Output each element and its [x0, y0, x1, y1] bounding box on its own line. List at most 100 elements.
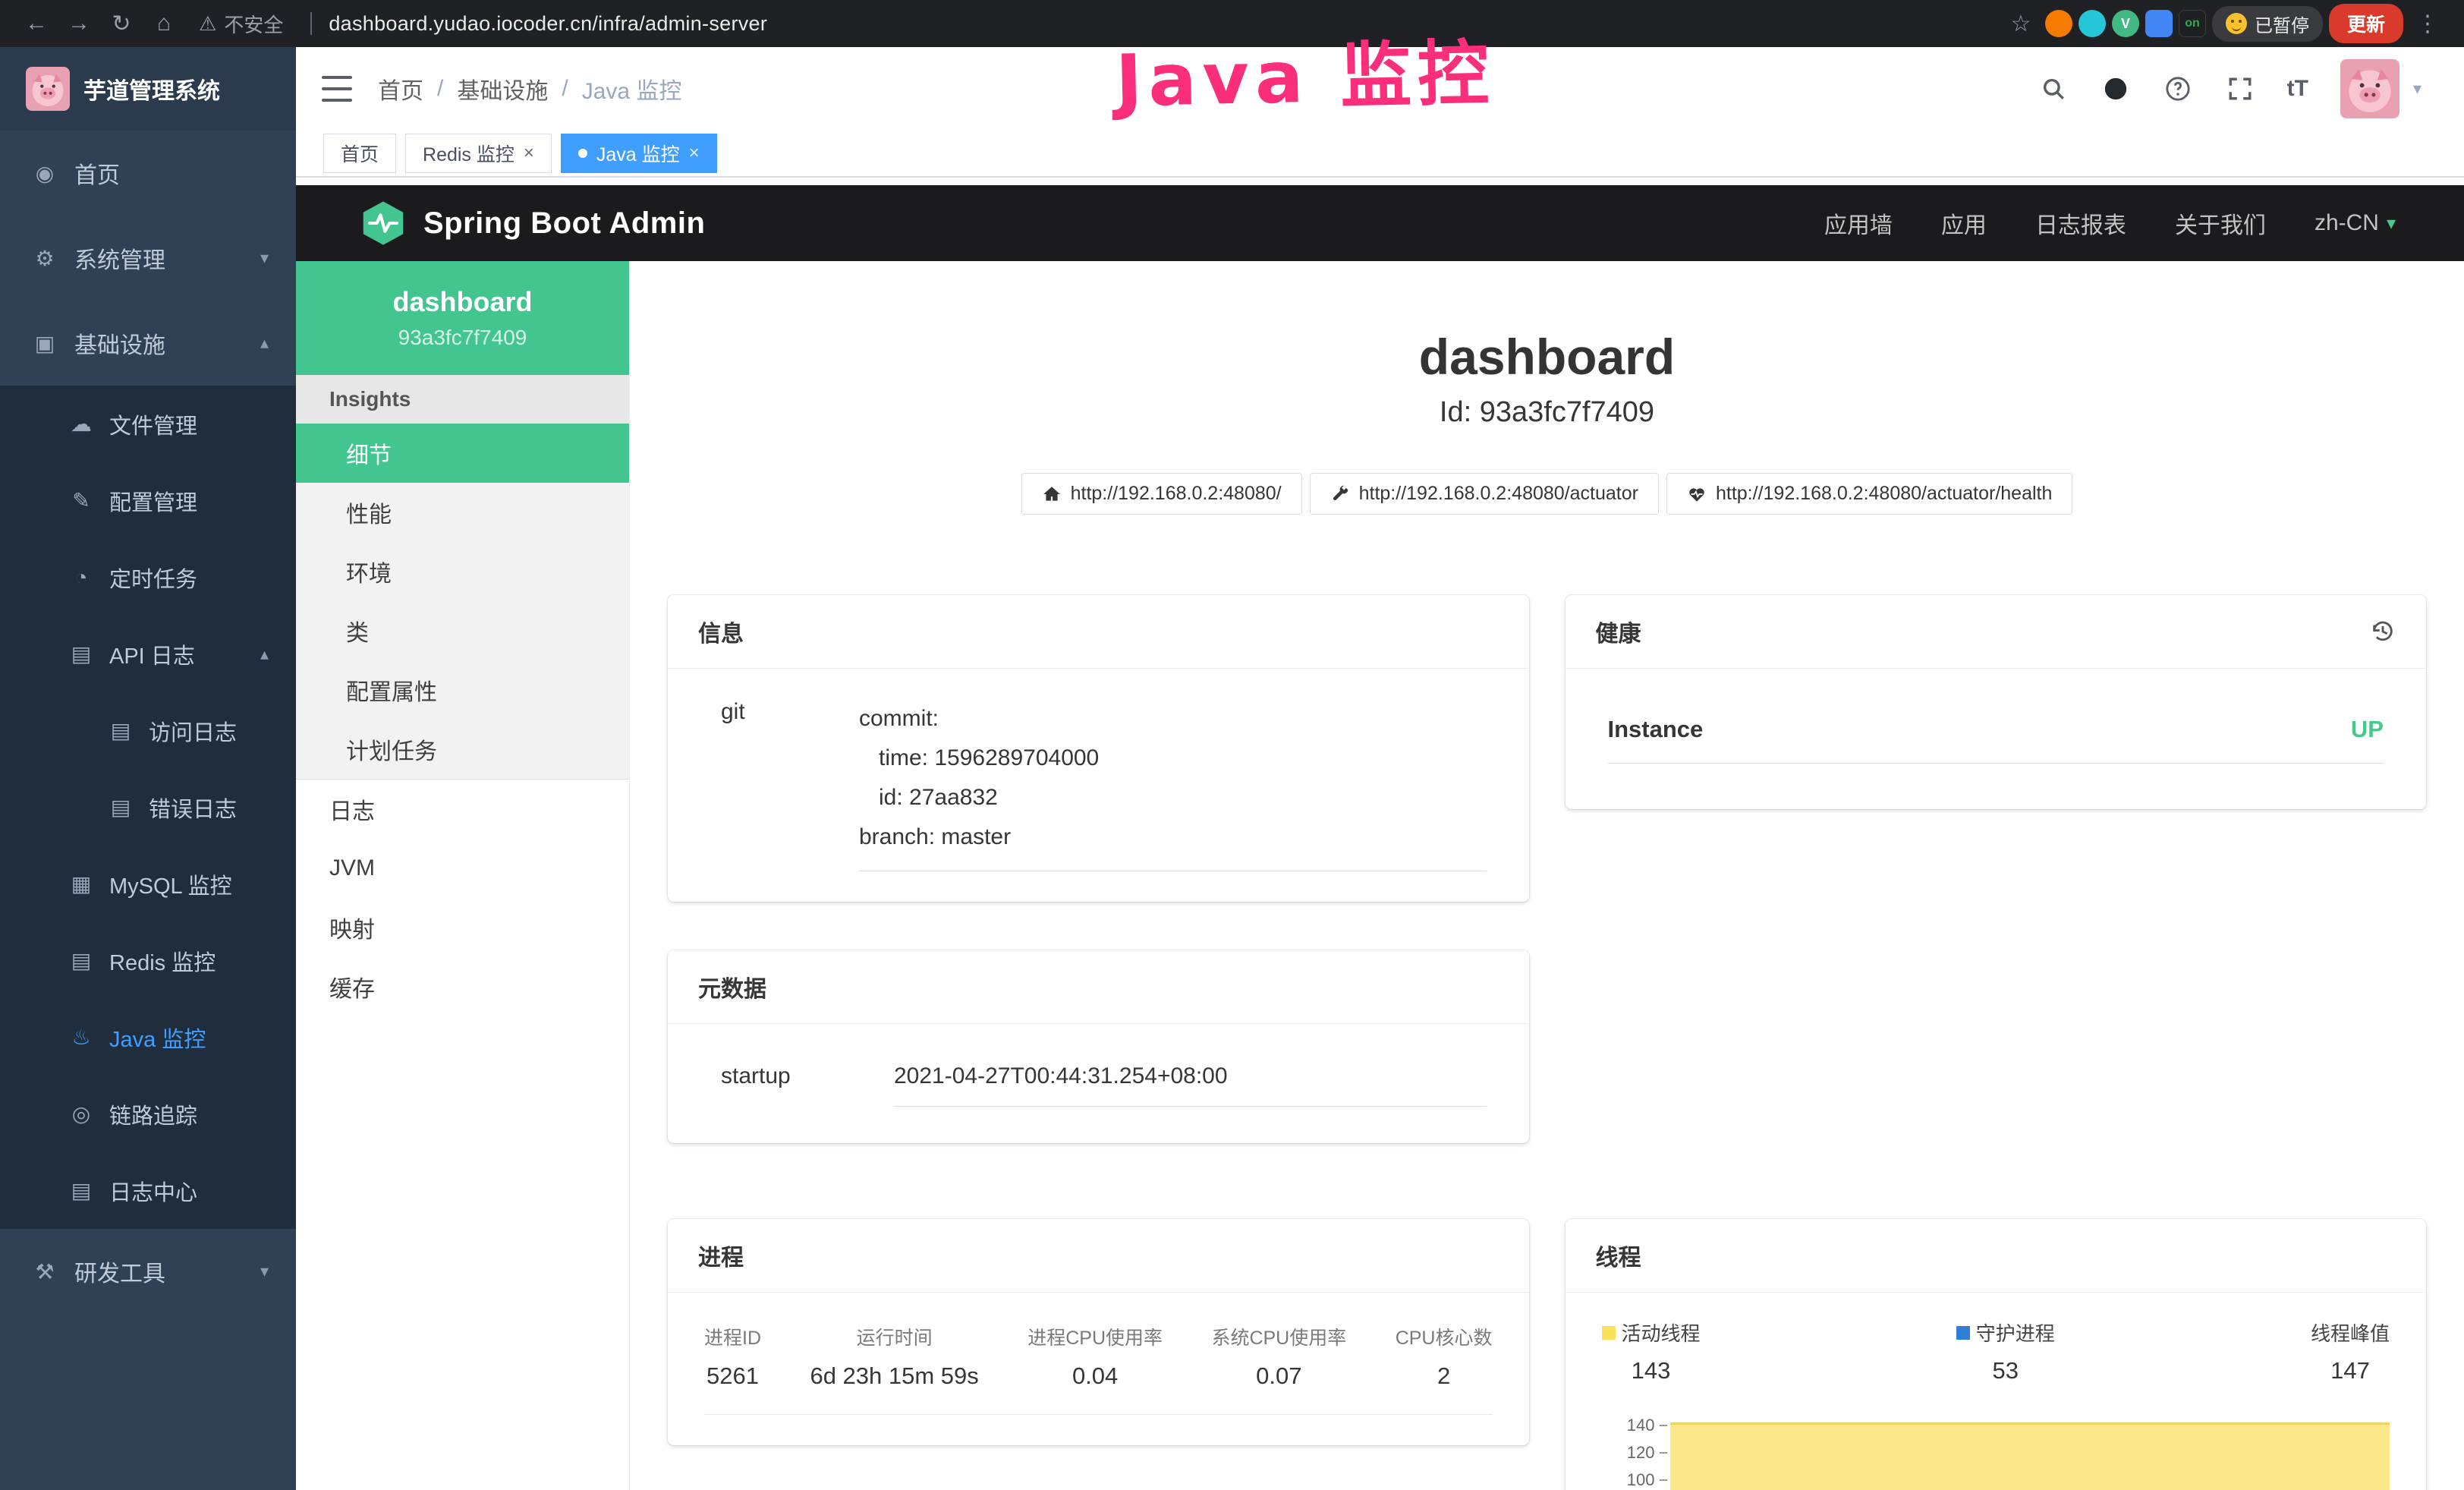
threads-chart: 140 120 100 [1602, 1406, 2390, 1490]
sidebar-item-scheduled-tasks[interactable]: ◔ 定时任务 [0, 539, 296, 616]
security-label: 不安全 [224, 10, 283, 38]
sidebar-item-api-logs[interactable]: ▤ API 日志 ▴ [0, 616, 296, 692]
hamburger-icon[interactable] [322, 76, 352, 102]
sidebar-item-mysql-monitor[interactable]: ▦ MySQL 监控 [0, 846, 296, 922]
close-icon[interactable]: × [689, 143, 700, 164]
reload-icon[interactable]: ↻ [103, 11, 140, 37]
sidebar-item-system[interactable]: ⚙ 系统管理 ▾ [0, 216, 296, 301]
security-indicator[interactable]: ⚠ 不安全 [188, 10, 294, 38]
document-icon: ▤ [67, 641, 96, 666]
process-card-title: 进程 [698, 1239, 744, 1272]
tab-home[interactable]: 首页 [323, 134, 396, 173]
sidebar-item-infra[interactable]: ▣ 基础设施 ▴ [0, 301, 296, 386]
browser-menu-icon[interactable]: ⋮ [2409, 11, 2446, 37]
sba-brand-label: Spring Boot Admin [423, 206, 705, 241]
sba-menu-logs[interactable]: 日志 [296, 780, 629, 839]
page-instance-id: Id: 93a3fc7f7409 [630, 396, 2464, 429]
vue-devtools-icon[interactable]: V [2112, 10, 2139, 37]
history-icon[interactable] [2370, 619, 2396, 644]
pencil-icon: ✎ [67, 488, 96, 513]
sba-menu-jvm[interactable]: JVM [296, 839, 629, 898]
sba-menu-classes[interactable]: 类 [296, 601, 629, 660]
sba-navbar: Spring Boot Admin 应用墙 应用 日志报表 关于我们 zh-CN… [296, 185, 2464, 261]
sba-nav-applications[interactable]: 应用 [1941, 206, 1987, 240]
service-url-link[interactable]: http://192.168.0.2:48080/ [1021, 473, 1302, 515]
sba-brand[interactable]: Spring Boot Admin [361, 200, 705, 247]
breadcrumb: 首页 / 基础设施 / Java 监控 [378, 72, 681, 106]
sidebar-item-dev-tools[interactable]: ⚒ 研发工具 ▾ [0, 1229, 296, 1314]
github-icon[interactable] [2101, 74, 2131, 104]
sidebar-item-label: 定时任务 [109, 562, 197, 594]
app-logo-row[interactable]: 芋道管理系统 [0, 47, 296, 131]
actuator-url-link[interactable]: http://192.168.0.2:48080/actuator [1310, 473, 1659, 515]
extension-icon[interactable] [2045, 10, 2072, 37]
status-badge: UP [2351, 716, 2384, 743]
app-logo-pig-avatar [26, 67, 70, 111]
legend-swatch-blue [1956, 1326, 1970, 1340]
sidebar-item-home[interactable]: ◉ 首页 [0, 131, 296, 216]
sba-menu-metrics[interactable]: 性能 [296, 483, 629, 542]
git-branch: branch: master [859, 817, 1487, 857]
sba-menu-caches[interactable]: 缓存 [296, 957, 629, 1016]
tab-label: Redis 监控 [423, 140, 515, 167]
sidebar-item-file-manage[interactable]: ☁ 文件管理 [0, 386, 296, 462]
user-avatar[interactable] [2340, 59, 2399, 118]
app-sidebar: 芋道管理系统 ◉ 首页 ⚙ 系统管理 ▾ ▣ 基础设施 ▴ ☁ 文件管理 ✎ 配… [0, 47, 296, 1490]
process-card: 进程 进程ID 5261 [668, 1219, 1529, 1445]
sidebar-item-access-logs[interactable]: ▤ 访问日志 [0, 692, 296, 769]
tab-java-monitor[interactable]: Java 监控 × [561, 134, 717, 173]
metadata-card: 元数据 startup 2021-04-27T00:44:31.254+08:0… [668, 950, 1529, 1143]
git-commit-label: commit: [859, 699, 1487, 739]
warning-icon: ⚠ [199, 12, 216, 36]
extension-icon[interactable] [2079, 10, 2106, 37]
help-icon[interactable] [2163, 74, 2193, 104]
sidebar-item-redis-monitor[interactable]: ▤ Redis 监控 [0, 922, 296, 999]
sba-main: dashboard Id: 93a3fc7f7409 http://192.16… [630, 261, 2464, 1490]
process-uptime: 运行时间 6d 23h 15m 59s [810, 1323, 978, 1390]
forward-icon[interactable]: → [61, 11, 97, 36]
sba-menu-configprops[interactable]: 配置属性 [296, 660, 629, 720]
extension-grid-icon[interactable] [2145, 10, 2173, 37]
system-cpu: 系统CPU使用率 0.07 [1211, 1323, 1346, 1390]
threads-card-title: 线程 [1596, 1239, 1641, 1272]
tab-label: 首页 [341, 140, 379, 167]
sba-menu-environment[interactable]: 环境 [296, 542, 629, 601]
sba-nav-journal[interactable]: 日志报表 [2035, 206, 2126, 240]
sba-nav-wallboard[interactable]: 应用墙 [1824, 206, 1893, 240]
clock-icon: ◔ [67, 565, 96, 590]
sba-menu-scheduled[interactable]: 计划任务 [296, 720, 629, 779]
tab-label: Java 监控 [596, 140, 680, 167]
legend-live-threads: 活动线程 143 [1602, 1318, 1701, 1384]
breadcrumb-infra[interactable]: 基础设施 [457, 72, 548, 106]
url-field[interactable]: dashboard.yudao.iocoder.cn/infra/admin-s… [329, 12, 767, 36]
close-icon[interactable]: × [524, 143, 534, 164]
sba-nav-about[interactable]: 关于我们 [2175, 206, 2266, 240]
back-icon[interactable]: ← [18, 11, 55, 36]
tab-redis-monitor[interactable]: Redis 监控 × [405, 134, 552, 173]
font-size-tool[interactable]: tT [2287, 76, 2308, 102]
chevron-down-icon: ▾ [260, 248, 269, 268]
sba-menu-details[interactable]: 细节 [296, 424, 629, 483]
sba-menu-mappings[interactable]: 映射 [296, 898, 629, 957]
annotation-java-monitor: Java 监控 [1115, 16, 1496, 127]
browser-home-icon[interactable]: ⌂ [146, 11, 182, 36]
sidebar-item-error-logs[interactable]: ▤ 错误日志 [0, 769, 296, 846]
breadcrumb-home[interactable]: 首页 [378, 72, 423, 106]
paused-badge[interactable]: 已暂停 [2212, 6, 2323, 42]
link-label: http://192.168.0.2:48080/actuator [1359, 483, 1638, 505]
sidebar-item-tracing[interactable]: ◎ 链路追踪 [0, 1076, 296, 1152]
health-url-link[interactable]: http://192.168.0.2:48080/actuator/health [1666, 473, 2072, 515]
sba-instance-header[interactable]: dashboard 93a3fc7f7409 [296, 261, 629, 375]
sidebar-item-log-center[interactable]: ▤ 日志中心 [0, 1152, 296, 1229]
locale-select[interactable]: zh-CN ▾ [2315, 210, 2396, 236]
update-button[interactable]: 更新 [2329, 4, 2403, 43]
switch-on-extension-icon[interactable]: on [2179, 10, 2206, 37]
bookmark-star-icon[interactable]: ☆ [2003, 11, 2039, 37]
search-icon[interactable] [2038, 74, 2069, 104]
sidebar-item-java-monitor[interactable]: ♨ Java 监控 [0, 999, 296, 1076]
eye-icon: ◎ [67, 1101, 96, 1126]
fullscreen-icon[interactable] [2225, 74, 2255, 104]
sidebar-item-config-manage[interactable]: ✎ 配置管理 [0, 462, 296, 539]
locale-label: zh-CN [2315, 210, 2379, 236]
document-icon: ▤ [106, 718, 135, 743]
